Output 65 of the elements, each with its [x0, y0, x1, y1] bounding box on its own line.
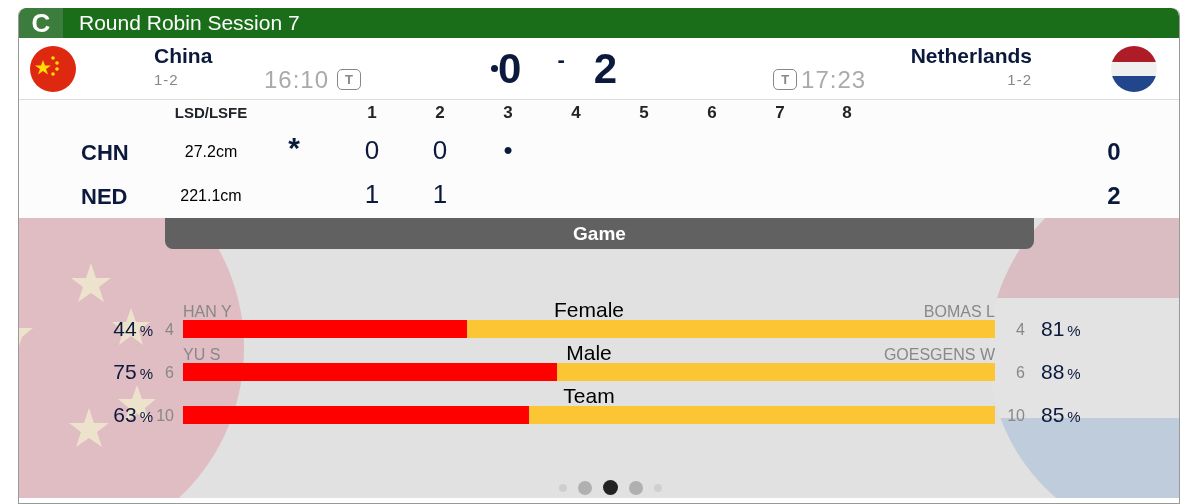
team-score: 2	[593, 47, 618, 90]
team-name: Netherlands	[910, 45, 1032, 67]
percent-sign: %	[139, 406, 153, 427]
pager-dot[interactable]	[602, 480, 618, 495]
player-name: BOMAS L	[922, 304, 995, 320]
end-number: 3	[502, 102, 514, 125]
shot-count: 4	[1015, 320, 1025, 340]
accuracy-percentage: 88	[1041, 358, 1065, 385]
marker: *	[287, 133, 301, 163]
accuracy-percentage: 75	[113, 358, 137, 385]
column-heading: LSD/LSFE	[173, 102, 249, 123]
category-label: Male	[566, 342, 612, 363]
team-code: CHN	[81, 139, 130, 167]
percent-sign: %	[139, 320, 153, 341]
end-number: 8	[841, 102, 853, 125]
total-score: 2	[1106, 181, 1122, 211]
accuracy-percentage: 85	[1041, 401, 1065, 428]
category-label: Team	[563, 385, 615, 406]
team-record: 1-2	[154, 70, 180, 91]
pager-dot[interactable]	[628, 480, 643, 495]
netherlands-flag-icon	[1111, 45, 1157, 92]
score-separator: -	[557, 46, 565, 74]
end-score: 1	[431, 178, 449, 211]
end-score: 0	[363, 134, 381, 167]
clock-time: 17:23	[801, 64, 867, 95]
lsd-distance: 221.1cm	[179, 186, 243, 206]
shot-count: 10	[155, 406, 175, 426]
team-record: 1-2	[1007, 70, 1032, 91]
session-title: Round Robin Session 7	[78, 10, 300, 36]
category-label: Female	[554, 299, 624, 320]
player-name: HAN Y	[183, 304, 233, 320]
shot-count: 4	[164, 320, 175, 340]
team-score: 0	[498, 47, 522, 90]
end-number: 7	[774, 102, 786, 125]
end-score: 0	[431, 134, 449, 167]
accuracy-percentage: 44	[113, 315, 137, 342]
percent-sign: %	[1067, 320, 1081, 341]
player-name: GOESGENS W	[882, 347, 995, 363]
china-flag-icon	[30, 45, 76, 92]
end-score: •	[502, 134, 514, 167]
team-name: China	[154, 45, 214, 67]
shot-count: 6	[1015, 363, 1025, 383]
timeout-badge: T	[773, 69, 798, 90]
percent-sign: %	[1067, 363, 1081, 384]
lsd-distance: 27.2cm	[183, 142, 239, 162]
end-number: 4	[570, 102, 582, 125]
end-number: 6	[706, 102, 718, 125]
category-badge: C	[19, 8, 63, 38]
end-number: 2	[434, 102, 446, 125]
end-number: 1	[366, 102, 378, 125]
end-score: 1	[363, 178, 381, 211]
percent-sign: %	[1067, 406, 1081, 427]
pager-dot[interactable]	[577, 480, 592, 495]
player-name: YU S	[183, 347, 222, 363]
timeout-badge: T	[337, 69, 362, 90]
section-tab[interactable]: Game	[165, 218, 1034, 249]
percent-sign: %	[139, 363, 153, 384]
shot-count: 6	[164, 363, 175, 383]
accuracy-percentage: 63	[113, 401, 137, 428]
team-code: NED	[81, 183, 129, 211]
shot-count: 10	[1006, 406, 1025, 426]
total-score: 0	[1106, 137, 1122, 167]
end-number: 5	[638, 102, 650, 125]
clock-time: 16:10	[264, 64, 330, 95]
accuracy-percentage: 81	[1041, 315, 1065, 342]
